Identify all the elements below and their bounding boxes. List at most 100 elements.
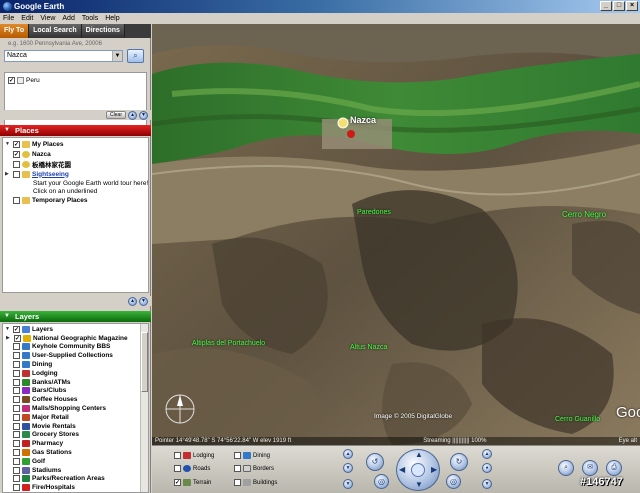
checkbox[interactable]: ✓ <box>13 140 20 148</box>
map-label-paredones[interactable]: Paredones <box>357 209 391 216</box>
menu-tools[interactable]: Tools <box>82 13 98 24</box>
layer-item[interactable]: Malls/Shopping Centers <box>5 404 146 413</box>
layer-toggle-lodging[interactable]: Lodging <box>174 452 214 459</box>
zoom-out-icon[interactable]: ▼ <box>482 479 492 489</box>
layer-item[interactable]: Coffee Houses <box>5 395 146 404</box>
map-label-nazca[interactable]: Nazca <box>350 115 376 125</box>
result-checkbox[interactable]: ✓ <box>8 76 15 84</box>
checkbox[interactable] <box>13 361 20 369</box>
menu-file[interactable]: File <box>3 13 14 24</box>
checkbox[interactable] <box>13 431 20 439</box>
scroll-end-icon[interactable]: ▼ <box>343 479 353 489</box>
layer-item[interactable]: ▼ ✓ Layers <box>5 325 146 334</box>
checkbox[interactable] <box>13 484 20 492</box>
checkbox[interactable] <box>13 440 20 448</box>
menu-help[interactable]: Help <box>105 13 119 24</box>
rotate-left-icon[interactable]: ↺ <box>366 453 384 471</box>
up-arrow-icon[interactable]: ▲ <box>128 110 137 120</box>
layer-toggle-dining[interactable]: Dining <box>234 452 270 459</box>
layer-item[interactable]: Banks/ATMs <box>5 378 146 387</box>
layer-item[interactable]: Movie Rentals <box>5 422 146 431</box>
down-arrow-icon[interactable]: ▼ <box>139 296 148 306</box>
expand-arrow-icon[interactable]: ▼ <box>5 141 12 147</box>
checkbox[interactable]: ✓ <box>174 479 181 486</box>
map-label-cerro-guanillo[interactable]: Cerro Guanillo <box>555 416 600 423</box>
pan-down-icon[interactable]: ▼ <box>415 480 423 489</box>
checkbox[interactable] <box>13 396 20 404</box>
map-label-altiplas[interactable]: Altiplas del Portachuelo <box>192 340 265 347</box>
up-arrow-icon[interactable]: ▲ <box>128 296 137 306</box>
layer-item[interactable]: Fire/Hospitals <box>5 483 146 492</box>
checkbox[interactable] <box>234 452 241 459</box>
layers-scrollbar[interactable] <box>140 324 148 492</box>
tree-item-banqiao[interactable]: 板橋林家花園 <box>5 159 146 169</box>
map-label-altus-nazca[interactable]: Altus Nazca <box>350 344 387 351</box>
search-go-button[interactable]: ⌕ <box>127 49 144 63</box>
checkbox[interactable] <box>13 378 20 386</box>
layer-item[interactable]: ▶ ✓ National Geographic Magazine <box>5 334 146 343</box>
scrollbar-thumb[interactable] <box>141 332 148 392</box>
maximize-button[interactable]: □ <box>613 1 625 11</box>
tree-item-nazca[interactable]: ✓ Nazca <box>5 149 146 159</box>
checkbox[interactable]: ✓ <box>13 150 20 158</box>
layer-item[interactable]: Keyhole Community BBS <box>5 343 146 352</box>
down-arrow-icon[interactable]: ▼ <box>139 110 148 120</box>
checkbox[interactable]: ✓ <box>14 334 21 342</box>
layer-toggle-borders[interactable]: Borders <box>234 465 274 472</box>
clear-button[interactable]: Clear <box>106 111 126 119</box>
checkbox[interactable] <box>13 170 20 178</box>
mail-icon[interactable]: ✉ <box>582 460 598 476</box>
layer-item[interactable]: Pharmacy <box>5 439 146 448</box>
checkbox[interactable] <box>13 405 20 413</box>
checkbox[interactable] <box>13 413 20 421</box>
checkbox[interactable] <box>174 465 181 472</box>
checkbox[interactable] <box>13 160 20 168</box>
layer-item[interactable]: Grocery Stores <box>5 431 146 440</box>
dropdown-arrow-icon[interactable]: ▼ <box>112 51 122 61</box>
zoom-in-icon[interactable]: ▲ <box>482 449 492 459</box>
checkbox[interactable] <box>13 196 20 204</box>
checkbox[interactable]: ✓ <box>13 325 20 333</box>
layer-item[interactable]: Gas Stations <box>5 448 146 457</box>
minimize-button[interactable]: _ <box>600 1 612 11</box>
checkbox[interactable] <box>174 452 181 459</box>
tab-local-search[interactable]: Local Search <box>29 24 82 38</box>
checkbox[interactable] <box>13 475 20 483</box>
menu-edit[interactable]: Edit <box>21 13 33 24</box>
tab-directions[interactable]: Directions <box>81 24 125 38</box>
scroll-down-icon[interactable]: ▼ <box>343 463 353 473</box>
print-icon[interactable]: ⎙ <box>606 460 622 476</box>
layer-item[interactable]: Lodging <box>5 369 146 378</box>
expand-arrow-icon[interactable]: ▶ <box>5 171 12 177</box>
layer-item[interactable]: Golf <box>5 457 146 466</box>
checkbox[interactable] <box>234 465 241 472</box>
menu-add[interactable]: Add <box>62 13 74 24</box>
pan-left-icon[interactable]: ◀ <box>399 465 405 474</box>
tilt-down-icon[interactable]: ◎ <box>374 474 389 489</box>
checkbox[interactable] <box>13 457 20 465</box>
placemark-icon[interactable] <box>337 117 349 129</box>
pan-right-icon[interactable]: ▶ <box>431 465 437 474</box>
layer-item[interactable]: Parks/Recreation Areas <box>5 475 146 484</box>
map-view[interactable]: Nazca Paredones Cerro Negro Altiplas del… <box>152 24 640 445</box>
checkbox[interactable] <box>13 387 20 395</box>
layer-item[interactable]: Dining <box>5 360 146 369</box>
tree-label[interactable]: Sightseeing <box>32 171 69 178</box>
pan-control[interactable]: ▲ ▼ ◀ ▶ <box>396 449 440 491</box>
tree-item-temporary-places[interactable]: Temporary Places <box>5 195 146 205</box>
tree-item-sightseeing[interactable]: ▶ Sightseeing <box>5 169 146 179</box>
menu-view[interactable]: View <box>40 13 55 24</box>
checkbox[interactable] <box>13 466 20 474</box>
layer-item[interactable]: User-Supplied Collections <box>5 351 146 360</box>
layer-toggle-buildings[interactable]: Buildings <box>234 479 277 486</box>
expand-arrow-icon[interactable]: ▼ <box>5 326 12 332</box>
pan-up-icon[interactable]: ▲ <box>415 450 423 459</box>
layer-item[interactable]: Bars/Clubs <box>5 387 146 396</box>
scroll-up-icon[interactable]: ▲ <box>343 449 353 459</box>
list-item[interactable]: ✓ Peru <box>5 75 146 85</box>
tab-fly-to[interactable]: Fly To <box>0 24 30 38</box>
checkbox[interactable] <box>13 422 20 430</box>
pan-center-icon[interactable] <box>411 463 425 477</box>
tree-item-my-places[interactable]: ▼ ✓ My Places <box>5 139 146 149</box>
rotate-right-icon[interactable]: ↻ <box>450 453 468 471</box>
